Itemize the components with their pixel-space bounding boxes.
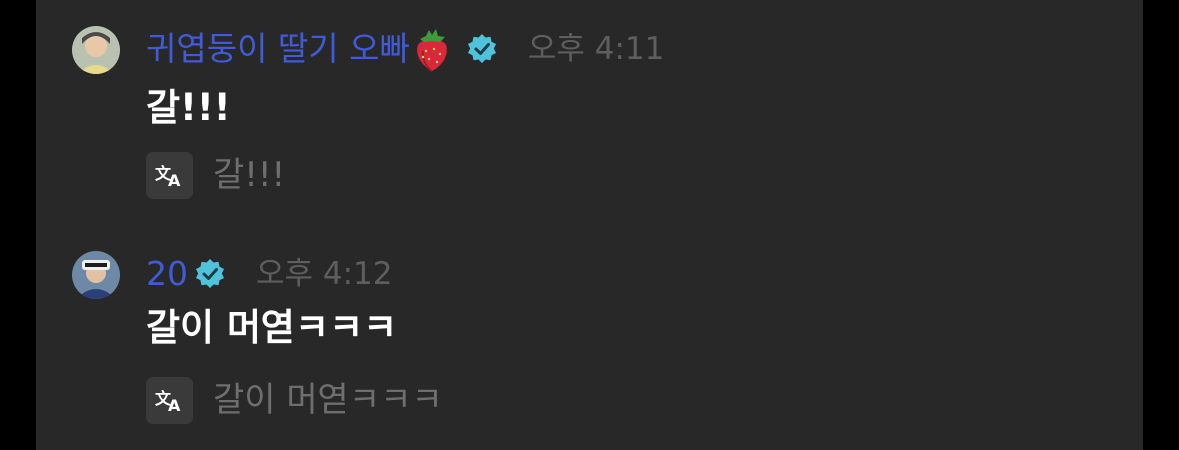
- author-name[interactable]: 귀엽둥이 딸기 오빠: [146, 24, 410, 74]
- timestamp: 오후 4:11: [527, 31, 665, 67]
- svg-text:A: A: [168, 396, 181, 413]
- message-text: 갈!!!: [146, 86, 231, 129]
- verified-badge-icon: [194, 258, 226, 290]
- translation-text: 갈!!!: [213, 155, 286, 195]
- translation-text: 갈이 머엳ㅋㅋㅋ: [213, 380, 443, 420]
- translate-icon: 文 A: [155, 164, 181, 188]
- translate-icon: 文 A: [155, 389, 181, 413]
- message-text: 갈이 머엳ㅋㅋㅋ: [146, 306, 398, 349]
- strawberry-icon: [412, 25, 452, 73]
- verified-badge-icon: [466, 33, 498, 65]
- svg-text:A: A: [168, 171, 181, 188]
- translate-button[interactable]: 文 A: [146, 376, 193, 424]
- author-name[interactable]: 20: [146, 249, 188, 299]
- chat-panel: 귀엽둥이 딸기 오빠 오후 4:11 갈!!! 文 A 갈!!! 20 오후 4…: [36, 0, 1143, 450]
- timestamp: 오후 4:12: [256, 256, 393, 292]
- translate-button[interactable]: 文 A: [146, 151, 193, 199]
- avatar[interactable]: [72, 251, 120, 299]
- avatar[interactable]: [72, 26, 120, 74]
